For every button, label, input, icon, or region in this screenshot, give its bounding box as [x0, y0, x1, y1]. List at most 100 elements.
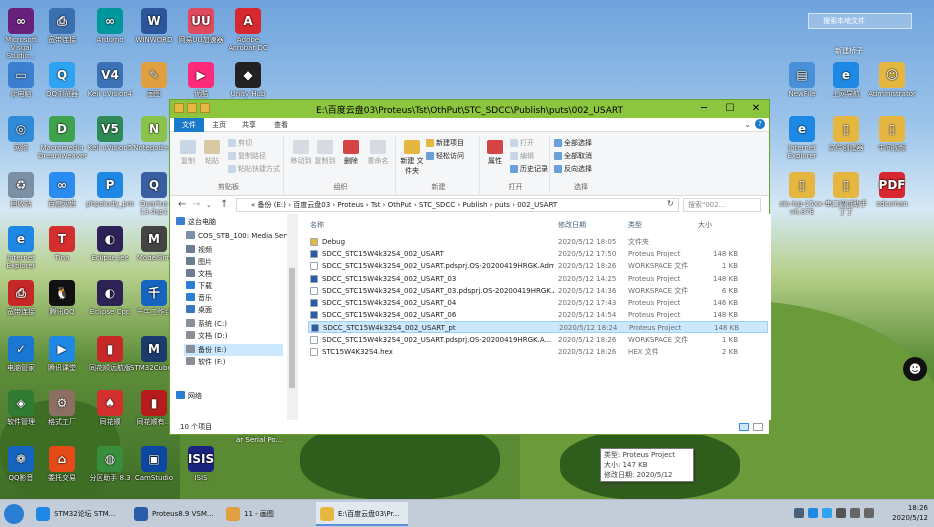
- breadcrumb-segment[interactable]: 百度云盘03: [293, 201, 330, 209]
- recent-chevron-icon[interactable]: ⌄: [206, 201, 212, 209]
- desktop-icon[interactable]: ♠ 同花顺: [86, 390, 134, 426]
- breadcrumb-segment[interactable]: «: [251, 201, 255, 209]
- desktop-icon[interactable]: ▯ stc-isp-15xx-v6.87E: [778, 172, 826, 216]
- breadcrumb-segment[interactable]: OthPut: [388, 201, 412, 209]
- file-row[interactable]: SDCC_STC15W4k32S4_002_USART_06 2020/5/12 …: [308, 309, 768, 321]
- forward-arrow-icon[interactable]: →: [192, 199, 200, 210]
- invert-selection-button[interactable]: 反向选择: [554, 164, 592, 174]
- file-row[interactable]: SDCC_STC15W4k32S4_002_USART_03 2020/5/12 …: [308, 273, 768, 285]
- minimize-button[interactable]: ─: [691, 100, 717, 118]
- nav-item[interactable]: 这台电脑: [176, 216, 216, 228]
- scrollbar-thumb[interactable]: [289, 268, 295, 388]
- desktop-icon[interactable]: ☺ Administrator: [868, 62, 916, 98]
- up-arrow-icon[interactable]: ↑: [220, 199, 228, 210]
- breadcrumb-segment[interactable]: Publish: [462, 201, 487, 209]
- desktop-icon[interactable]: ▣ CamStudio: [130, 446, 178, 482]
- desktop-icon[interactable]: V4 Keil uVision4: [86, 62, 134, 98]
- desktop-icon[interactable]: PDF sdccman: [868, 172, 916, 208]
- desktop-icon[interactable]: W WINWORD: [130, 8, 178, 44]
- security-icon[interactable]: [808, 508, 818, 518]
- nav-item[interactable]: 系统 (C:): [186, 318, 227, 330]
- breadcrumb-segment[interactable]: 备份 (E:): [258, 201, 286, 209]
- file-row[interactable]: Debug 2020/5/12 18:05 文件夹: [308, 236, 768, 248]
- desktop-search-box[interactable]: 搜索本地文件: [808, 13, 912, 29]
- column-header-date[interactable]: 修改日期: [558, 220, 586, 230]
- desktop-icon[interactable]: D Macromedia Dreamweaver: [38, 116, 87, 160]
- search-input[interactable]: 搜索"002...: [683, 198, 761, 212]
- nav-item[interactable]: 图片: [186, 256, 212, 268]
- copy-path-button[interactable]: 复制路径: [228, 151, 266, 161]
- nav-item[interactable]: 软件 (F:): [186, 356, 226, 368]
- column-header-size[interactable]: 大小: [698, 220, 712, 230]
- desktop-icon[interactable]: ISIS ISIS: [177, 446, 225, 482]
- desktop-icon[interactable]: ▤ NewFile: [778, 62, 826, 98]
- close-button[interactable]: ✕: [743, 100, 769, 118]
- desktop-icon[interactable]: Q QQ浏览器: [38, 62, 86, 98]
- breadcrumb-segment[interactable]: Tst: [371, 201, 381, 209]
- column-header-type[interactable]: 类型: [628, 220, 642, 230]
- chevron-right-icon[interactable]: ›: [380, 201, 387, 209]
- desktop-icon[interactable]: ▯ 中间视频: [868, 116, 916, 152]
- taskbar-item[interactable]: STM32论坛 STM...: [32, 502, 124, 526]
- nav-scrollbar[interactable]: [287, 214, 297, 420]
- refresh-icon[interactable]: ↻: [667, 199, 674, 208]
- chevron-down-icon[interactable]: ⌄: [744, 120, 751, 129]
- desktop-icon[interactable]: Pphpstudy_pro: [86, 172, 134, 208]
- breadcrumb-segment[interactable]: 002_USART: [517, 201, 557, 209]
- chevron-right-icon[interactable]: ›: [487, 201, 494, 209]
- back-arrow-icon[interactable]: ←: [178, 199, 186, 210]
- desktop-icon[interactable]: e 上网导航: [822, 62, 870, 98]
- desktop-icon[interactable]: e Internet Explorer: [778, 116, 826, 160]
- taskbar-item[interactable]: Proteus8.9 VSM...: [130, 502, 222, 526]
- paste-button[interactable]: 粘贴: [202, 140, 222, 166]
- desktop-icon[interactable]: ▶ 优酷: [177, 62, 225, 98]
- nav-item[interactable]: 网络: [176, 390, 202, 402]
- file-row[interactable]: SDCC_STC15W4k32S4_002_USART 2020/5/12 17:…: [308, 248, 768, 260]
- bluetooth-icon[interactable]: [794, 508, 804, 518]
- desktop-icon[interactable]: UU 网易UU加速器: [177, 8, 225, 44]
- nav-item[interactable]: 音乐: [186, 292, 212, 304]
- file-row[interactable]: SDCC_STC15W4k32S4_002_USART.pdsprj.OS-20…: [308, 334, 768, 346]
- desktop-icon[interactable]: V5 Keil uVision5: [86, 116, 134, 152]
- column-header-name[interactable]: 名称: [310, 220, 324, 230]
- history-button[interactable]: 历史记录: [510, 164, 548, 174]
- desktop-icon[interactable]: ◍ 分区助手 8.3: [86, 446, 134, 482]
- desktop-icon[interactable]: ◐ Eclipse Cpp: [86, 280, 134, 316]
- file-row[interactable]: SDCC_STC15W4k32S4_002_USART_03.pdsprj.OS…: [308, 285, 768, 297]
- desktop-icon[interactable]: 🐧 腾讯QQ: [38, 280, 86, 316]
- tab-home[interactable]: 主页: [204, 118, 234, 132]
- desktop-icon[interactable]: ∞ Arduino: [86, 8, 134, 44]
- nav-item[interactable]: 文档: [186, 268, 212, 280]
- desktop-icon[interactable]: ⌂ 委托交易: [38, 446, 86, 482]
- nav-item[interactable]: 视频: [186, 244, 212, 256]
- open-button[interactable]: 打开: [510, 138, 534, 148]
- copy-button[interactable]: 复制: [178, 140, 198, 166]
- cut-button[interactable]: 剪切: [228, 138, 252, 148]
- desktop-icon[interactable]: ▯ 文件创建器: [822, 116, 870, 152]
- tab-file[interactable]: 文件: [174, 118, 204, 132]
- help-icon[interactable]: ?: [755, 119, 765, 129]
- tab-share[interactable]: 共享: [234, 118, 264, 132]
- move-to-button[interactable]: 移动到: [290, 140, 312, 166]
- large-icons-view-icon[interactable]: [753, 423, 763, 431]
- taskbar-item[interactable]: 11 - 画图: [222, 502, 314, 526]
- desktop-icon[interactable]: ✎ 画图: [130, 62, 178, 98]
- qq-penguin-icon[interactable]: ☻: [903, 357, 927, 381]
- desktop-icon[interactable]: ▮ 同花顺远航版: [86, 336, 134, 372]
- breadcrumb-segment[interactable]: Proteus: [337, 201, 363, 209]
- breadcrumb-segment[interactable]: STC_SDCC: [419, 201, 455, 209]
- rename-button[interactable]: 重命名: [366, 140, 390, 166]
- desktop-icon[interactable]: ▶ 腾讯课堂: [38, 336, 86, 372]
- file-row[interactable]: SDCC_STC15W4k32S4_002_USART_04 2020/5/12 …: [308, 297, 768, 309]
- title-bar[interactable]: E:\百度云盘03\Proteus\Tst\OthPut\STC_SDCC\Pu…: [170, 100, 769, 118]
- explorer-window[interactable]: E:\百度云盘03\Proteus\Tst\OthPut\STC_SDCC\Pu…: [169, 99, 771, 489]
- network-icon[interactable]: [850, 508, 860, 518]
- desktop-icon[interactable]: ∞ 百度网盘: [38, 172, 86, 208]
- details-view-icon[interactable]: [739, 423, 749, 431]
- breadcrumb-segment[interactable]: puts: [495, 201, 510, 209]
- volume-icon[interactable]: [864, 508, 874, 518]
- file-row[interactable]: STC15W4K32S4.hex 2020/5/12 18:26 HEX 文件 2 K…: [308, 346, 768, 358]
- copy-to-button[interactable]: 复制到: [314, 140, 336, 166]
- maximize-button[interactable]: ☐: [717, 100, 743, 118]
- chevron-right-icon[interactable]: ›: [364, 201, 371, 209]
